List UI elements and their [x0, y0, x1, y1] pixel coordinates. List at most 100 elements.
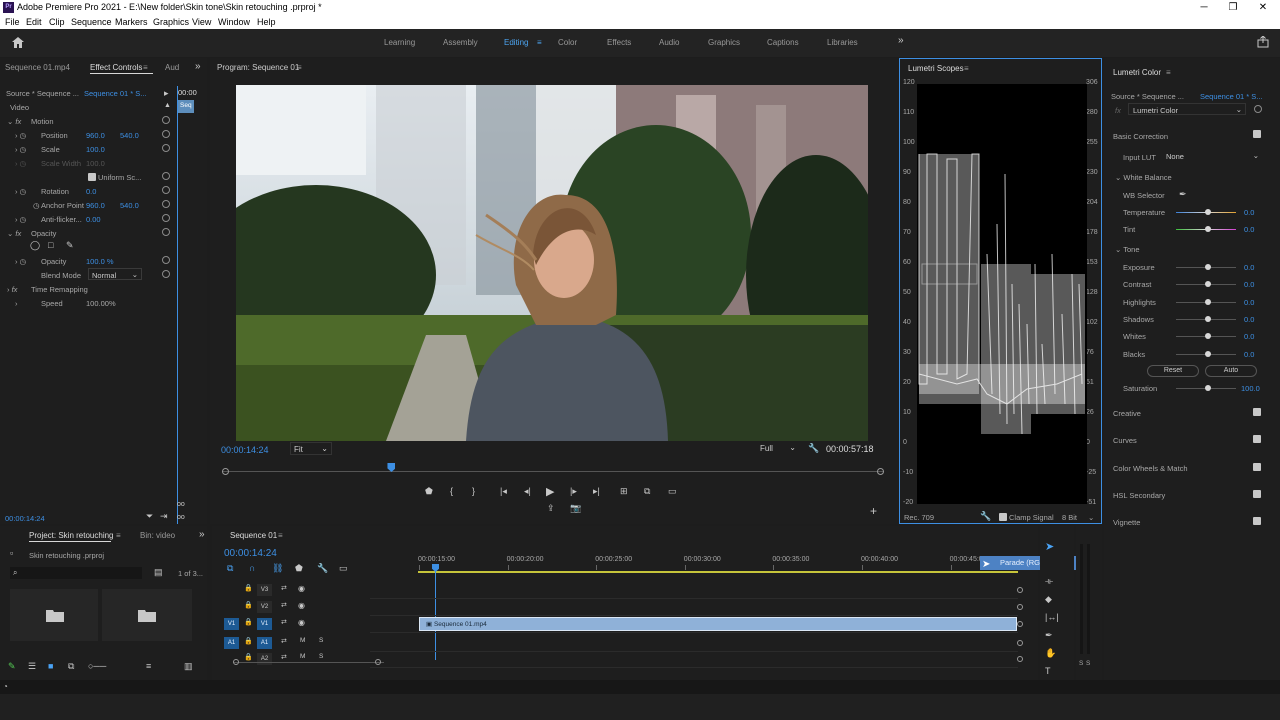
lumetri-section-header[interactable]: Curves [1113, 436, 1137, 445]
razor-tool-icon[interactable]: ◆ [1045, 594, 1052, 605]
lumetri-section-header[interactable]: Creative [1113, 409, 1141, 418]
timeline-settings-wrench-icon[interactable]: 🔧 [317, 563, 328, 574]
pen-tool-icon[interactable]: ✒ [1045, 630, 1053, 641]
track-end-handle[interactable] [1017, 621, 1023, 627]
opacity-value[interactable]: 100.0 % [86, 257, 114, 266]
panel-overflow-icon[interactable]: » [195, 61, 201, 72]
sequence-dropdown[interactable]: Sequence 01 * S... [84, 89, 147, 98]
opacity-expand-icon[interactable]: ⌄ fx [7, 229, 21, 238]
step-forward-icon[interactable]: |▸ [570, 486, 577, 497]
step-back-icon[interactable]: ◂| [524, 486, 531, 497]
zoom-handle-icon[interactable]: oo [177, 501, 185, 508]
eye-icon[interactable]: ◉ [298, 601, 305, 610]
temperature-value[interactable]: 0.0 [1244, 208, 1254, 217]
lumetri-section-checkbox[interactable] [1253, 408, 1261, 416]
zoom-fit-select[interactable]: Fit ⌄ [290, 442, 332, 455]
scroll-up-icon[interactable]: ▲ [164, 102, 171, 109]
ec-mini-clip[interactable]: Seq [178, 100, 194, 113]
button-editor-plus-icon[interactable]: + [870, 504, 877, 518]
menu-markers[interactable]: Markers [115, 17, 148, 27]
lumetri-section-header[interactable]: Color Wheels & Match [1113, 464, 1188, 473]
lumetri-section-checkbox[interactable] [1253, 489, 1261, 498]
time-remap-expand-icon[interactable]: › fx [7, 285, 17, 294]
workspace-assembly[interactable]: Assembly [443, 38, 478, 47]
input-lut-select[interactable]: None ⌄ [1162, 150, 1262, 162]
temperature-knob[interactable] [1205, 209, 1211, 215]
go-to-in-icon[interactable]: |◂ [500, 486, 507, 497]
eyedropper-icon[interactable]: ✒ [1179, 189, 1187, 200]
workspace-menu-icon[interactable]: ≡ [537, 38, 542, 47]
share-icon[interactable] [1257, 36, 1269, 48]
clamp-signal-checkbox[interactable] [999, 513, 1007, 521]
slip-tool-icon[interactable]: |↔| [1045, 612, 1059, 622]
tab-audio-clip-mixer[interactable]: Aud [165, 63, 179, 72]
lumetri-section-header[interactable]: HSL Secondary [1113, 491, 1165, 500]
menu-file[interactable]: File [5, 17, 20, 27]
tab-source-clip[interactable]: Sequence 01.mp4 [5, 63, 70, 72]
mark-in-icon[interactable]: { [450, 486, 453, 496]
pencil-icon[interactable]: ✎ [8, 661, 16, 672]
tone-slider-knob[interactable] [1205, 264, 1211, 270]
bit-depth-select[interactable]: 8 Bit [1062, 513, 1077, 522]
icon-view-icon[interactable]: ■ [48, 661, 53, 671]
tab-project[interactable]: Project: Skin retouching [29, 531, 114, 540]
ripple-edit-tool-icon[interactable]: ⟛ [1045, 576, 1053, 587]
blend-mode-select[interactable]: Normal ⌄ [88, 268, 142, 280]
motion-expand-icon[interactable]: ⌄ fx [7, 117, 21, 126]
hand-tool-icon[interactable]: ✋ [1045, 648, 1056, 659]
add-marker-icon[interactable]: ⬟ [425, 486, 433, 497]
menu-view[interactable]: View [192, 17, 211, 27]
source-dropdown[interactable]: Source * Sequence ... [6, 89, 79, 98]
lumetri-color-title[interactable]: Lumetri Color [1113, 68, 1161, 77]
lumetri-menu-icon[interactable]: ≡ [1166, 68, 1171, 77]
export-frame-share-icon[interactable]: ⇪ [547, 503, 555, 514]
lumetri-section-header[interactable]: Vignette [1113, 518, 1140, 527]
project-search-input[interactable]: ⌕ [10, 567, 142, 579]
position-reset-icon[interactable] [162, 130, 170, 138]
track-end-handle[interactable] [1017, 656, 1023, 662]
lc-sequence-dropdown[interactable]: Sequence 01 * S... [1200, 92, 1263, 101]
zoom-handle-bottom-icon[interactable]: oo [177, 514, 185, 521]
track-end-handle[interactable] [1017, 604, 1023, 610]
ec-timecode[interactable]: 00:00:14:24 [5, 514, 45, 523]
tone-slider-value[interactable]: 0.0 [1244, 280, 1254, 289]
work-area-bar[interactable] [418, 571, 1018, 573]
rotation-value[interactable]: 0.0 [86, 187, 96, 196]
tint-value[interactable]: 0.0 [1244, 225, 1254, 234]
opacity-value-reset-icon[interactable] [162, 256, 170, 264]
tone-slider-value[interactable]: 0.0 [1244, 350, 1254, 359]
lumetri-effect-select[interactable]: Lumetri Color ⌄ [1128, 103, 1246, 115]
lumetri-section-checkbox[interactable] [1253, 517, 1261, 526]
tone-header[interactable]: ⌄ Tone [1115, 245, 1140, 254]
track-label[interactable]: V1 [257, 618, 272, 630]
opacity-toggle[interactable]: › ◷ [15, 257, 26, 266]
selection-tool-icon[interactable]: ➤ [1045, 540, 1054, 553]
tone-slider-value[interactable]: 0.0 [1244, 263, 1254, 272]
lock-icon[interactable]: 🔒 [244, 637, 253, 645]
lock-icon[interactable]: 🔒 [244, 618, 253, 626]
solo-left-button[interactable]: S [1079, 660, 1083, 667]
settings-wrench-icon[interactable]: 🔧 [808, 443, 819, 454]
menu-graphics[interactable]: Graphics [153, 17, 189, 27]
track-label[interactable]: A2 [257, 653, 272, 665]
solo-icon[interactable]: S [319, 653, 323, 660]
lock-icon[interactable]: 🔒 [244, 601, 253, 609]
scrollbar-right-handle[interactable] [375, 659, 381, 665]
blend-reset-icon[interactable] [162, 270, 170, 278]
tone-slider-knob[interactable] [1205, 333, 1211, 340]
eye-icon[interactable]: ◉ [298, 618, 305, 627]
in-point-handle[interactable] [222, 468, 229, 475]
workspace-effects[interactable]: Effects [607, 38, 631, 47]
workspace-editing[interactable]: Editing [504, 38, 528, 47]
tone-slider-value[interactable]: 0.0 [1244, 315, 1254, 324]
track-end-handle[interactable] [1017, 587, 1023, 593]
track-label[interactable]: V2 [257, 601, 272, 613]
scale-value[interactable]: 100.0 [86, 145, 105, 154]
tone-slider-knob[interactable] [1205, 350, 1211, 357]
lock-icon[interactable]: 🔒 [244, 653, 253, 661]
lumetri-reset-icon[interactable] [1254, 105, 1262, 113]
saturation-knob[interactable] [1205, 385, 1211, 391]
anchor-reset-icon[interactable] [162, 200, 170, 208]
video-clip[interactable]: ▣ Sequence 01.mp4 [419, 617, 1017, 631]
menu-help[interactable]: Help [257, 17, 276, 27]
